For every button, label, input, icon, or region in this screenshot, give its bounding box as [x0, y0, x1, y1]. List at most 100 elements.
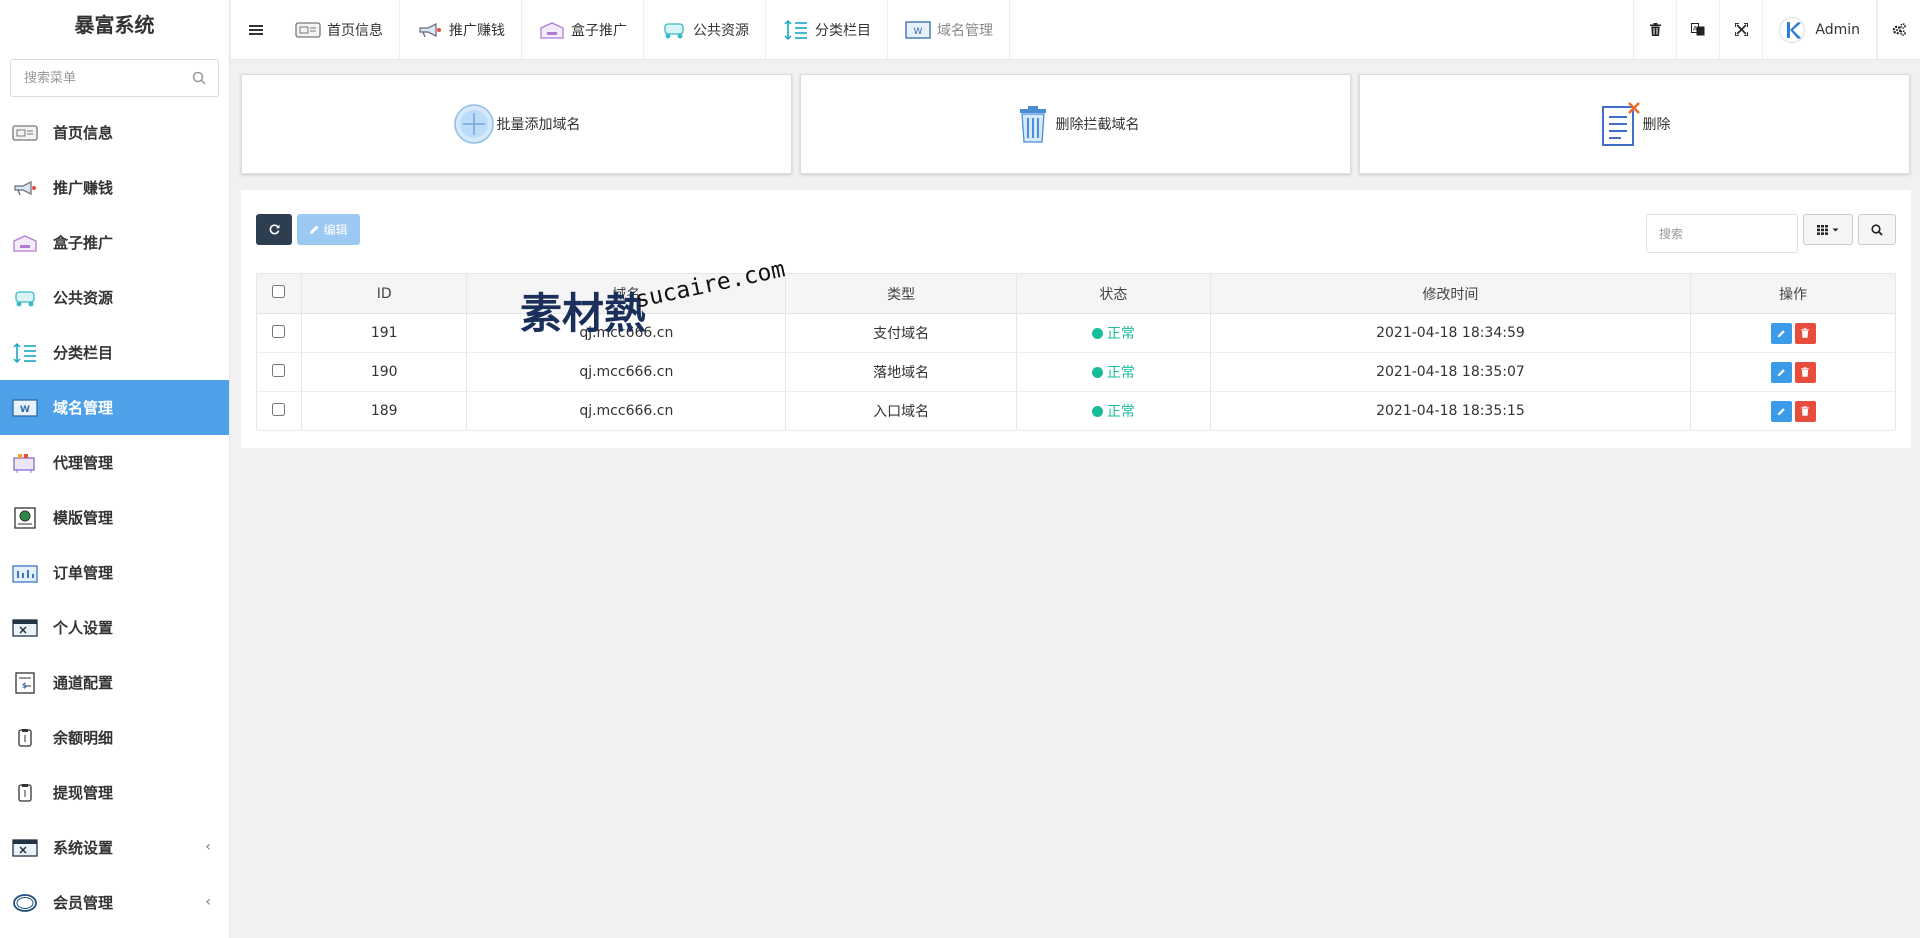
row-delete-button[interactable]: [1794, 322, 1816, 344]
status-badge: 正常: [1091, 362, 1135, 382]
cell-actions: [1690, 313, 1896, 353]
user-name: Admin: [1815, 21, 1860, 38]
caret-down-icon: [1832, 228, 1838, 231]
table-search-box[interactable]: [1646, 214, 1798, 253]
row-checkbox[interactable]: [272, 402, 286, 416]
column-header-time[interactable]: 修改时间: [1209, 273, 1691, 314]
sidebar: 暴富系统 首页信息 推广赚钱 盒子推广 公共资源 分类栏目 W 域名管理: [0, 0, 230, 938]
row-select-cell: [256, 352, 302, 392]
menu-toggle-icon[interactable]: [245, 18, 267, 42]
tab-label: 分类栏目: [815, 22, 871, 39]
column-header-id[interactable]: ID: [300, 273, 467, 314]
pencil-icon: [310, 225, 319, 234]
sidebar-item-domain[interactable]: W 域名管理: [0, 380, 229, 435]
system-icon: [12, 837, 38, 859]
sort-icon: [12, 342, 38, 364]
sidebar-item-profile[interactable]: 个人设置: [0, 600, 229, 655]
column-header-status[interactable]: 状态: [1016, 273, 1211, 314]
domain-icon: W: [904, 19, 932, 41]
sidebar-item-resource[interactable]: 公共资源: [0, 270, 229, 325]
domain-table-panel: 编辑 ID 域名 类型 状态 修改时间 操: [241, 190, 1911, 448]
table-header-row: ID 域名 类型 状态 修改时间 操作: [256, 273, 1896, 314]
trash-icon: [1649, 23, 1661, 36]
sidebar-item-label: 盒子推广: [53, 234, 114, 252]
refresh-icon: [269, 224, 279, 235]
tab-promote[interactable]: 推广赚钱: [400, 0, 522, 59]
fullscreen-button[interactable]: [1719, 0, 1762, 59]
refresh-button[interactable]: [256, 214, 292, 245]
trash-icon: [1801, 406, 1810, 416]
menu-search-box[interactable]: [10, 59, 219, 97]
sidebar-item-promote[interactable]: 推广赚钱: [0, 160, 229, 215]
sidebar-item-home[interactable]: 首页信息: [0, 105, 229, 160]
cell-status: 正常: [1016, 313, 1211, 353]
sidebar-item-system[interactable]: 系统设置 ‹: [0, 820, 229, 875]
sidebar-item-label: 推广赚钱: [53, 179, 114, 197]
delete-card[interactable]: 删除: [1359, 74, 1910, 174]
sidebar-item-balance[interactable]: 余额明细: [0, 710, 229, 765]
balance-icon: [12, 727, 38, 749]
tab-home[interactable]: 首页信息: [278, 0, 400, 59]
settings-button[interactable]: [1877, 0, 1920, 59]
search-icon[interactable]: [192, 71, 206, 85]
sidebar-item-withdraw[interactable]: 提现管理: [0, 765, 229, 820]
cell-status: 正常: [1016, 352, 1211, 392]
cell-domain: qj.mcc666.cn: [466, 352, 786, 392]
table-search-input[interactable]: [1647, 215, 1797, 252]
delete-blocked-domain-card[interactable]: 删除拦截域名: [800, 74, 1351, 174]
row-delete-button[interactable]: [1794, 361, 1816, 383]
home-card-icon: [12, 122, 38, 144]
row-checkbox[interactable]: [272, 324, 286, 338]
table-row: 190 qj.mcc666.cn 落地域名 正常 2021-04-18 18:3…: [256, 352, 1896, 392]
sidebar-item-template[interactable]: 模版管理: [0, 490, 229, 545]
menu-search-input[interactable]: [11, 60, 218, 96]
status-dot-icon: [1091, 327, 1103, 339]
batch-add-domain-card[interactable]: 批量添加域名: [241, 74, 792, 174]
tab-box[interactable]: 盒子推广: [522, 0, 644, 59]
user-menu[interactable]: Admin: [1762, 0, 1877, 59]
sidebar-item-label: 个人设置: [53, 619, 114, 637]
sidebar-item-box[interactable]: 盒子推广: [0, 215, 229, 270]
chevron-left-icon[interactable]: ‹: [205, 839, 211, 855]
sidebar-item-category[interactable]: 分类栏目: [0, 325, 229, 380]
row-delete-button[interactable]: [1794, 400, 1816, 422]
row-edit-button[interactable]: [1770, 322, 1792, 344]
row-edit-button[interactable]: [1770, 400, 1792, 422]
row-edit-button[interactable]: [1770, 361, 1792, 383]
search-icon: [1871, 223, 1883, 236]
main-content: 批量添加域名 删除拦截域名 删除 编辑 搜索 ID 域名 类型 状态 修改时间 …: [231, 60, 1920, 938]
tab-resource[interactable]: 公共资源: [644, 0, 766, 59]
trash-icon: [1801, 328, 1810, 338]
expand-icon: [1734, 23, 1748, 36]
pencil-icon: [1777, 407, 1785, 415]
sidebar-item-agent[interactable]: 代理管理: [0, 435, 229, 490]
sidebar-item-member[interactable]: 会员管理 ‹: [0, 875, 229, 930]
chevron-left-icon[interactable]: ‹: [205, 894, 211, 910]
tab-domain[interactable]: W 域名管理: [888, 0, 1010, 59]
language-button[interactable]: A: [1676, 0, 1719, 59]
select-all-checkbox[interactable]: [272, 285, 286, 298]
columns-toggle-button[interactable]: [1803, 214, 1853, 245]
sidebar-item-channel[interactable]: $ 通道配置: [0, 655, 229, 710]
clear-cache-button[interactable]: [1633, 0, 1676, 59]
table-search-button[interactable]: [1858, 214, 1896, 245]
row-checkbox[interactable]: [272, 363, 286, 377]
trash-icon: [1801, 367, 1810, 377]
sidebar-item-order[interactable]: 订单管理: [0, 545, 229, 600]
svg-text:W: W: [20, 405, 30, 415]
box-icon: [538, 19, 566, 41]
sidebar-item-label: 模版管理: [53, 509, 114, 527]
edit-button[interactable]: 编辑: [297, 214, 360, 245]
tab-category[interactable]: 分类栏目: [766, 0, 888, 59]
status-dot-icon: [1091, 366, 1103, 378]
sidebar-item-label: 余额明细: [53, 729, 114, 747]
cell-time: 2021-04-18 18:35:07: [1209, 352, 1691, 392]
column-header-type[interactable]: 类型: [785, 273, 1017, 314]
resource-icon: [12, 287, 38, 309]
sidebar-item-label: 会员管理: [53, 894, 114, 912]
column-header-domain[interactable]: 域名: [466, 273, 786, 314]
sidebar-item-label: 订单管理: [53, 564, 114, 582]
tab-label: 推广赚钱: [449, 22, 505, 39]
table-row: 191 qj.mcc666.cn 支付域名 正常 2021-04-18 18:3…: [256, 313, 1896, 353]
template-icon: [12, 506, 38, 529]
